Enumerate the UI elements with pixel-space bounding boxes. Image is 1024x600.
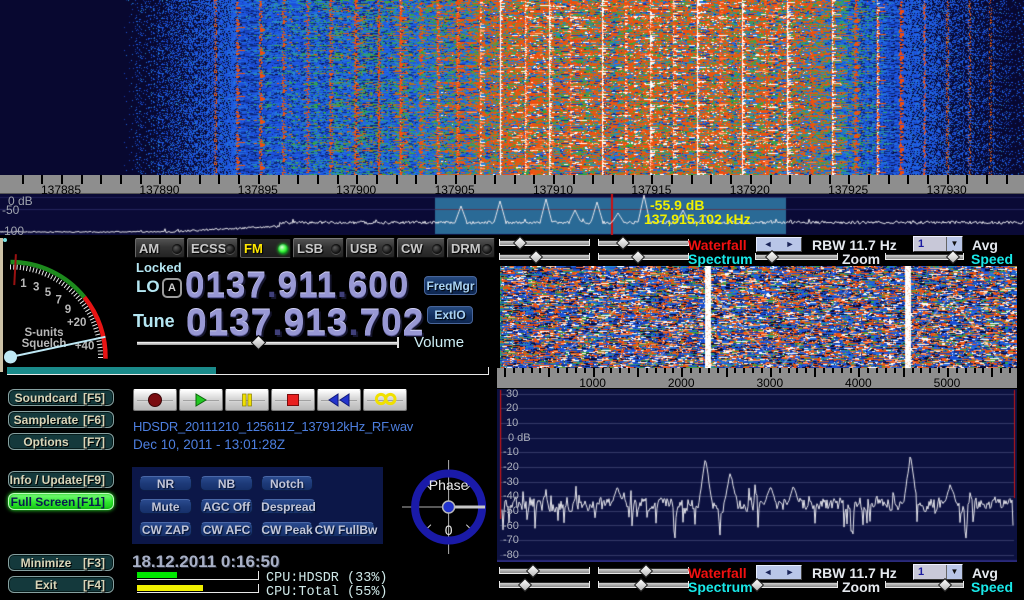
- svg-text:0: 0: [445, 522, 453, 538]
- svg-text:3: 3: [33, 282, 39, 294]
- svg-text:7: 7: [55, 295, 61, 307]
- svg-text:Phase: Phase: [429, 477, 469, 493]
- svg-text:9: 9: [65, 304, 71, 316]
- svg-text:5: 5: [45, 287, 52, 299]
- svg-text:Squelch: Squelch: [22, 338, 67, 350]
- svg-text:+20: +20: [67, 317, 87, 329]
- svg-text:1: 1: [20, 278, 27, 290]
